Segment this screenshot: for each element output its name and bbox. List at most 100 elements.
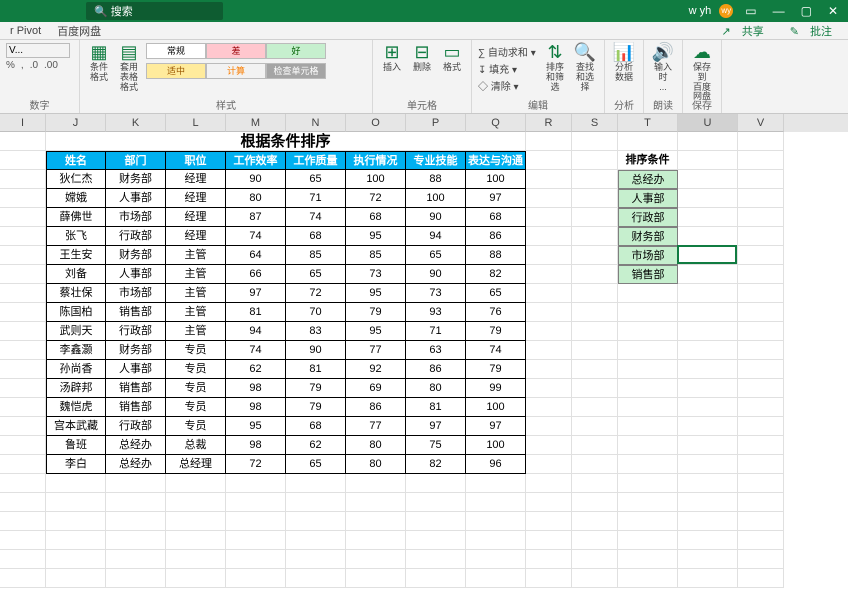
cell[interactable]	[0, 417, 46, 436]
cell[interactable]: 88	[466, 246, 526, 265]
cell[interactable]	[0, 303, 46, 322]
speak-button[interactable]: 🔊输入时 ...	[650, 43, 676, 83]
cell[interactable]: 98	[226, 379, 286, 398]
cell[interactable]	[678, 550, 738, 569]
cell[interactable]: 79	[346, 303, 406, 322]
cell[interactable]	[678, 227, 738, 246]
cell[interactable]: 陈国柏	[46, 303, 106, 322]
cell[interactable]	[106, 569, 166, 588]
tab-baidu[interactable]: 百度网盘	[49, 21, 109, 41]
cell[interactable]	[618, 531, 678, 550]
col-header[interactable]: J	[46, 114, 106, 132]
cell[interactable]	[526, 417, 572, 436]
cell[interactable]: 主管	[166, 303, 226, 322]
format-cells-button[interactable]: ▭格式	[439, 43, 465, 83]
fill-button[interactable]: ↧ 填充 ▾	[478, 60, 538, 77]
cell[interactable]	[572, 189, 618, 208]
cell[interactable]	[572, 436, 618, 455]
cell[interactable]: 表达与沟通	[466, 151, 526, 170]
cell[interactable]: 90	[406, 208, 466, 227]
cell[interactable]	[572, 227, 618, 246]
cell[interactable]	[618, 436, 678, 455]
cell[interactable]: 82	[406, 455, 466, 474]
cell[interactable]	[678, 569, 738, 588]
cell[interactable]	[0, 379, 46, 398]
cell[interactable]	[46, 531, 106, 550]
cell[interactable]	[526, 322, 572, 341]
cell[interactable]: 80	[226, 189, 286, 208]
cell[interactable]: 73	[346, 265, 406, 284]
cell[interactable]: 经理	[166, 170, 226, 189]
cell[interactable]	[286, 531, 346, 550]
cell[interactable]: 90	[286, 341, 346, 360]
sort-filter-button[interactable]: ⇅排序和筛选	[542, 43, 568, 83]
cell[interactable]	[526, 531, 572, 550]
cell[interactable]	[678, 379, 738, 398]
cell[interactable]: 80	[346, 455, 406, 474]
cell[interactable]	[572, 170, 618, 189]
cell[interactable]	[406, 474, 466, 493]
cell[interactable]: 79	[466, 360, 526, 379]
cell[interactable]: 人事部	[106, 189, 166, 208]
cell[interactable]: 69	[346, 379, 406, 398]
cell[interactable]: 执行情况	[346, 151, 406, 170]
cell[interactable]	[618, 303, 678, 322]
cell[interactable]: 97	[466, 417, 526, 436]
cell[interactable]: 97	[466, 189, 526, 208]
cell[interactable]	[738, 493, 784, 512]
conditional-format-button[interactable]: ▦条件格式	[86, 43, 112, 83]
style-check[interactable]: 检查单元格	[266, 63, 326, 79]
cell[interactable]	[738, 455, 784, 474]
cell[interactable]	[0, 284, 46, 303]
cell-grid[interactable]: 根据条件排序姓名部门职位工作效率工作质量执行情况专业技能表达与沟通排序条件狄仁杰…	[0, 132, 848, 588]
cell[interactable]	[0, 474, 46, 493]
cell[interactable]	[526, 132, 572, 151]
cell[interactable]	[738, 303, 784, 322]
cell[interactable]	[572, 284, 618, 303]
cell[interactable]	[738, 227, 784, 246]
cell[interactable]: 86	[406, 360, 466, 379]
cell[interactable]	[406, 550, 466, 569]
insert-cells-button[interactable]: ⊞插入	[379, 43, 405, 83]
cell[interactable]	[406, 493, 466, 512]
cell[interactable]	[0, 360, 46, 379]
cell[interactable]	[678, 455, 738, 474]
percent-icon[interactable]: %	[6, 60, 15, 71]
cell[interactable]	[526, 379, 572, 398]
cell[interactable]	[526, 341, 572, 360]
cell[interactable]: 79	[466, 322, 526, 341]
cell[interactable]	[572, 208, 618, 227]
cell[interactable]	[572, 550, 618, 569]
cell[interactable]	[678, 493, 738, 512]
cell[interactable]: 部门	[106, 151, 166, 170]
cell[interactable]: 65	[286, 170, 346, 189]
cell[interactable]	[678, 512, 738, 531]
format-as-table-button[interactable]: ▤套用 表格格式	[116, 43, 142, 83]
cell[interactable]: 总经办	[106, 455, 166, 474]
cell[interactable]: 76	[466, 303, 526, 322]
cell[interactable]	[526, 208, 572, 227]
cell[interactable]: 根据条件排序	[46, 132, 526, 151]
cell[interactable]	[678, 208, 738, 227]
cell[interactable]: 92	[346, 360, 406, 379]
search-box[interactable]: 🔍 搜索	[86, 2, 223, 20]
cell[interactable]	[738, 170, 784, 189]
cell[interactable]	[618, 398, 678, 417]
cell[interactable]	[618, 474, 678, 493]
cell[interactable]	[46, 474, 106, 493]
cell[interactable]	[572, 417, 618, 436]
cell[interactable]	[166, 512, 226, 531]
number-format-dropdown[interactable]: V...	[6, 43, 70, 58]
cell[interactable]: 79	[286, 379, 346, 398]
cell[interactable]	[526, 436, 572, 455]
cell[interactable]: 73	[406, 284, 466, 303]
cell[interactable]: 83	[286, 322, 346, 341]
cell[interactable]	[738, 208, 784, 227]
cell[interactable]	[526, 360, 572, 379]
cell[interactable]	[0, 436, 46, 455]
cell[interactable]: 薛佛世	[46, 208, 106, 227]
cell[interactable]	[526, 284, 572, 303]
cell[interactable]: 81	[286, 360, 346, 379]
cell[interactable]: 职位	[166, 151, 226, 170]
cell[interactable]	[526, 493, 572, 512]
